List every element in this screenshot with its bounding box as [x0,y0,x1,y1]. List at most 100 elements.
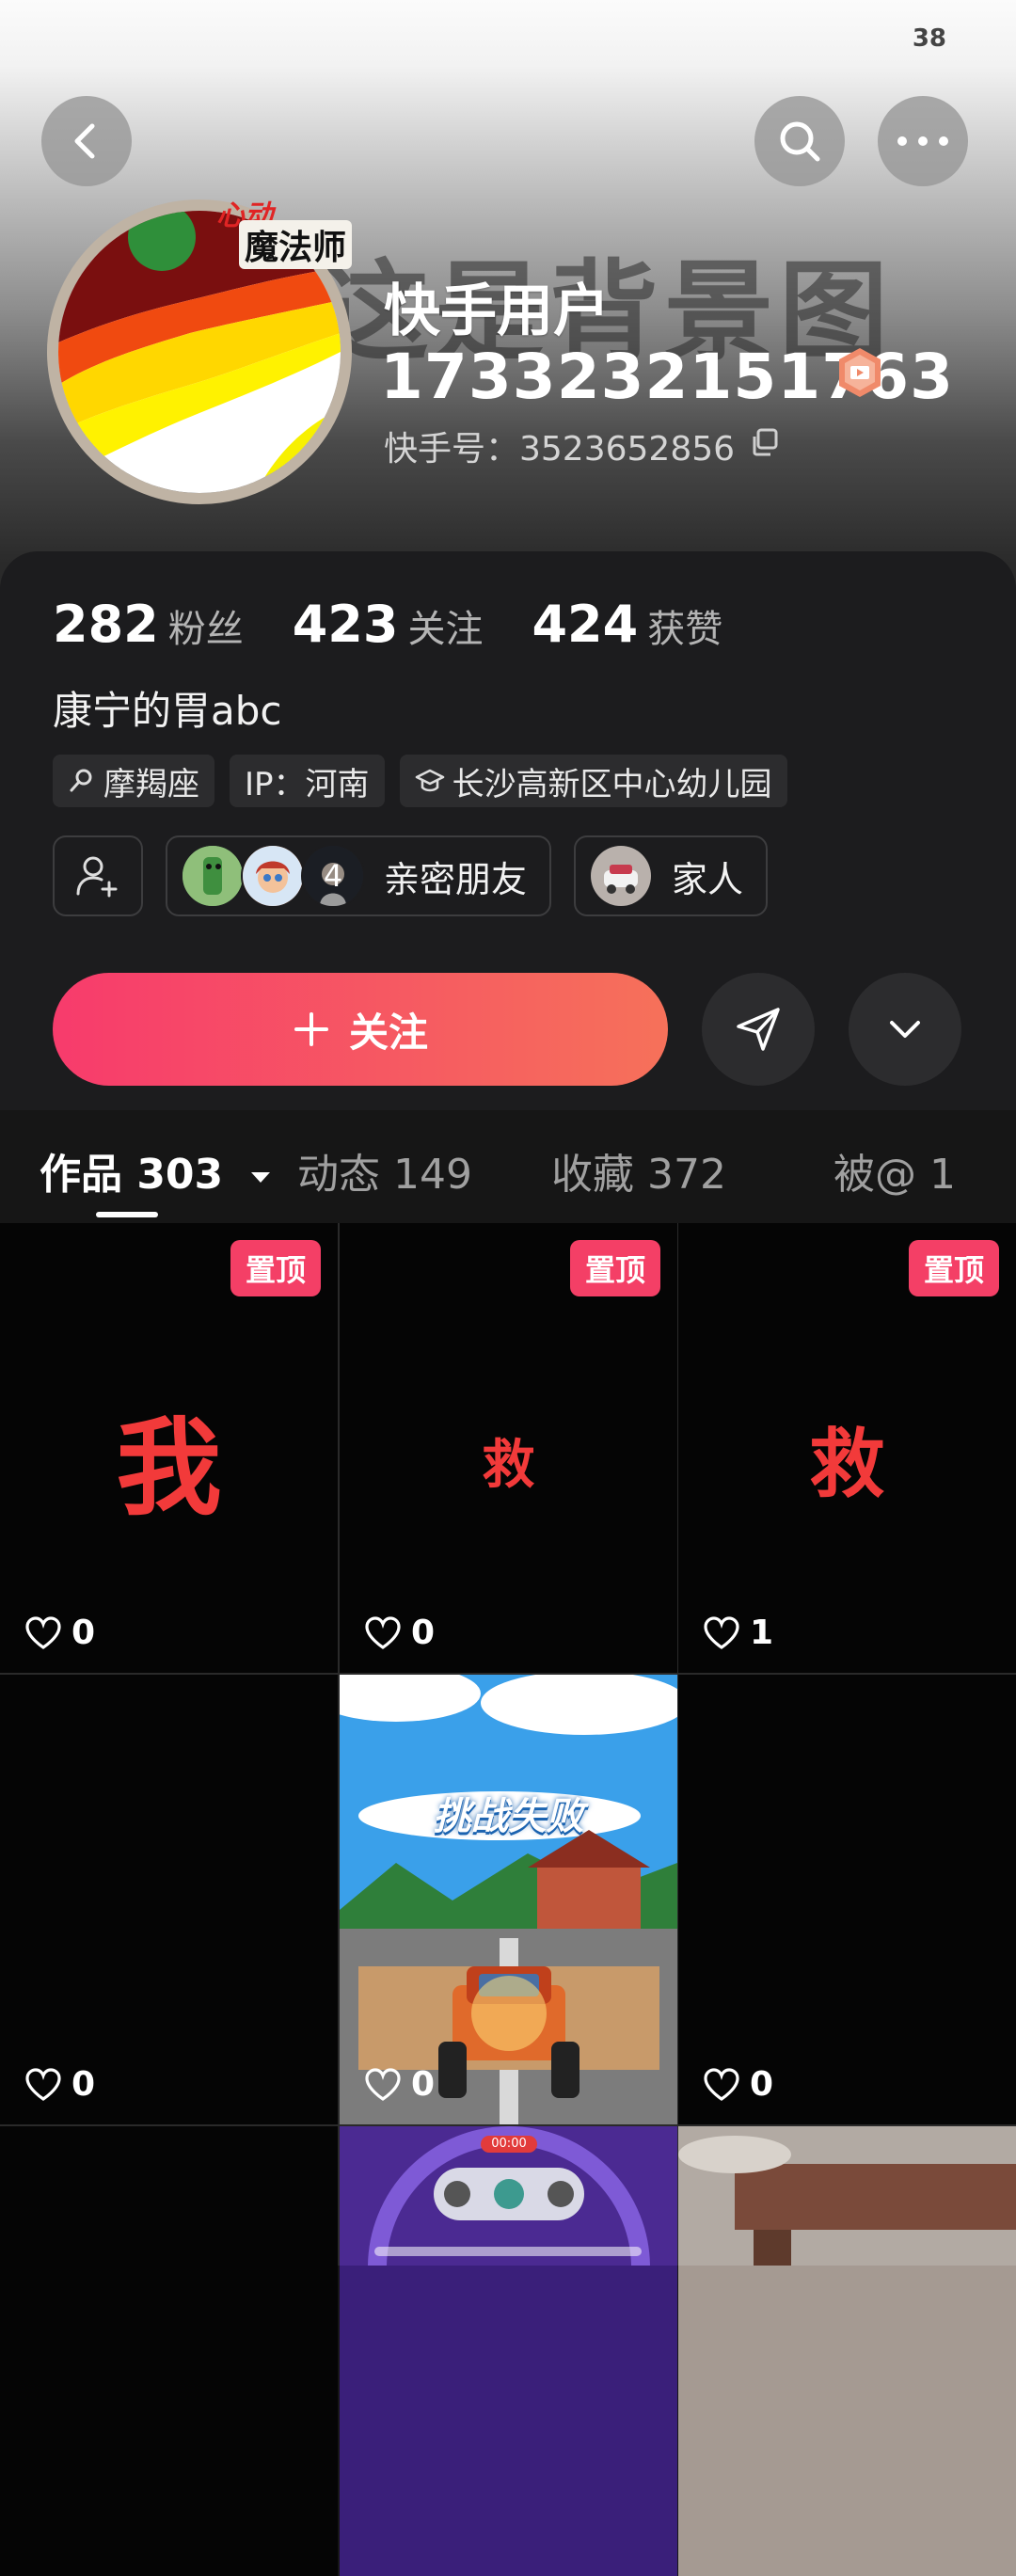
add-friend-button[interactable] [53,835,143,916]
grid-item[interactable] [0,2126,338,2576]
tag-ip-location: IP：河南 [230,755,385,807]
tag-text: IP：河南 [245,765,370,803]
bio: 康宁的胃abc [53,688,282,734]
active-tab-indicator [96,1212,158,1217]
like-number: 1 [750,1614,774,1652]
grid-item[interactable] [678,2126,1016,2576]
level-badge-icon[interactable] [833,346,886,403]
pinned-badge: 置顶 [570,1240,660,1296]
stat-label: 粉丝 [167,608,244,651]
like-number: 0 [411,1614,436,1652]
tab-mentions[interactable]: 被@ 1 [833,1140,956,1201]
follow-label: 关注 [348,1009,428,1056]
game-cover-art [340,1675,677,2124]
cover-text: 我 [116,1407,222,1530]
kuaishou-id: 快手号：3523652856 [384,421,780,470]
stats-row: 282 粉丝 423 关注 424 获赞 [53,595,771,654]
avatar [181,844,245,908]
avatar [589,844,654,908]
like-number: 0 [750,2065,774,2104]
tag-school[interactable]: 长沙高新区中心幼儿园 [399,755,787,807]
like-number: 0 [71,1614,96,1652]
family-label: 家人 [672,858,744,900]
grid-item[interactable]: 0 [678,1675,1016,2124]
stat-value: 423 [292,595,399,654]
like-count: 0 [364,2065,435,2104]
like-count: 1 [703,1614,773,1652]
grid-item[interactable]: 置顶 救 0 [340,1223,677,1673]
status-bar: 38 [0,0,1016,81]
follow-button[interactable]: 关注 [53,973,668,1086]
cover-text: 挑战失败 [433,1795,584,1838]
school-icon [415,769,444,792]
pinned-badge: 置顶 [909,1240,999,1296]
kuaishou-id-text: 快手号：3523652856 [384,430,736,469]
friend-avatars: 4 [181,844,365,908]
tab-label: 作品 303 [40,1151,224,1199]
stat-followers[interactable]: 282 粉丝 [53,595,244,654]
close-friends-circle[interactable]: 4 亲密朋友 [166,835,552,916]
heart-icon [25,2067,61,2101]
tab-favorites[interactable]: 收藏 372 [551,1140,726,1201]
tab-moments[interactable]: 动态 149 [297,1140,472,1201]
back-button[interactable] [41,96,132,186]
stat-value: 424 [532,595,639,654]
heart-icon [365,1615,401,1649]
search-icon [780,121,820,162]
tag-text: 长沙高新区中心幼儿园 [452,765,772,803]
home-indicator[interactable] [374,2247,642,2256]
tag-zodiac[interactable]: 摩羯座 [53,755,214,807]
copy-icon[interactable] [750,427,780,466]
grid-item[interactable]: 0 [0,1675,338,2124]
content-tabs: 作品 303 动态 149 收藏 372 被@ 1 [0,1110,1016,1223]
chevron-down-icon [890,1021,920,1038]
like-count: 0 [703,2065,773,2104]
grid-item[interactable]: 置顶 救 1 [678,1223,1016,1673]
pinned-badge: 置顶 [230,1240,321,1296]
caret-down-icon [250,1172,270,1183]
stat-value: 282 [53,595,159,654]
send-message-icon [737,1008,780,1051]
more-button[interactable] [878,96,968,186]
stat-label: 关注 [407,608,484,651]
cover-text: 救 [809,1421,885,1508]
like-count: 0 [24,2065,95,2104]
profile-header: 38 这是背景图 心动 魔法师 快手用户 1733232151763 快手号：3… [0,0,1016,602]
plus-icon [294,1012,328,1046]
username: 快手用户 [384,278,610,344]
profile-avatar[interactable]: 心动 魔法师 [47,199,353,504]
expand-button[interactable] [849,973,961,1086]
stat-likes[interactable]: 424 获赞 [532,595,722,654]
grid-item[interactable]: 挑战失败 0 [340,1675,677,2124]
tag-text: 摩羯座 [103,765,199,803]
circles-row: 4 亲密朋友 家人 [53,835,790,916]
close-friends-label: 亲密朋友 [384,858,528,900]
tab-works[interactable]: 作品 303 [40,1140,272,1201]
family-avatars [589,844,654,908]
search-button[interactable] [754,96,845,186]
avatar [241,844,305,908]
stat-label: 获赞 [647,608,723,651]
battery-level: 38 [912,24,946,53]
message-button[interactable] [702,973,815,1086]
profile-tags: 摩羯座 IP：河南 长沙高新区中心幼儿园 [53,755,802,807]
heart-icon [704,2067,739,2101]
family-circle[interactable]: 家人 [574,835,769,916]
like-count: 0 [24,1614,95,1652]
like-number: 0 [71,2065,96,2104]
grid-item[interactable]: 00:00 [340,2126,677,2576]
heart-icon [365,2067,401,2101]
friends-count: 4 [303,846,363,906]
photo-cover-art [678,2126,1016,2266]
more-icon [897,136,948,146]
like-count: 0 [364,1614,435,1652]
stat-following[interactable]: 423 关注 [293,595,484,654]
add-user-icon [76,856,118,898]
like-number: 0 [411,2065,436,2104]
timer-text: 00:00 [491,2137,527,2151]
badge-line2: 魔法师 [239,220,353,269]
avatar: 4 [301,844,365,908]
grid-item[interactable]: 置顶 我 0 [0,1223,338,1673]
cover-text: 救 [482,1435,535,1496]
heart-icon [25,1615,61,1649]
